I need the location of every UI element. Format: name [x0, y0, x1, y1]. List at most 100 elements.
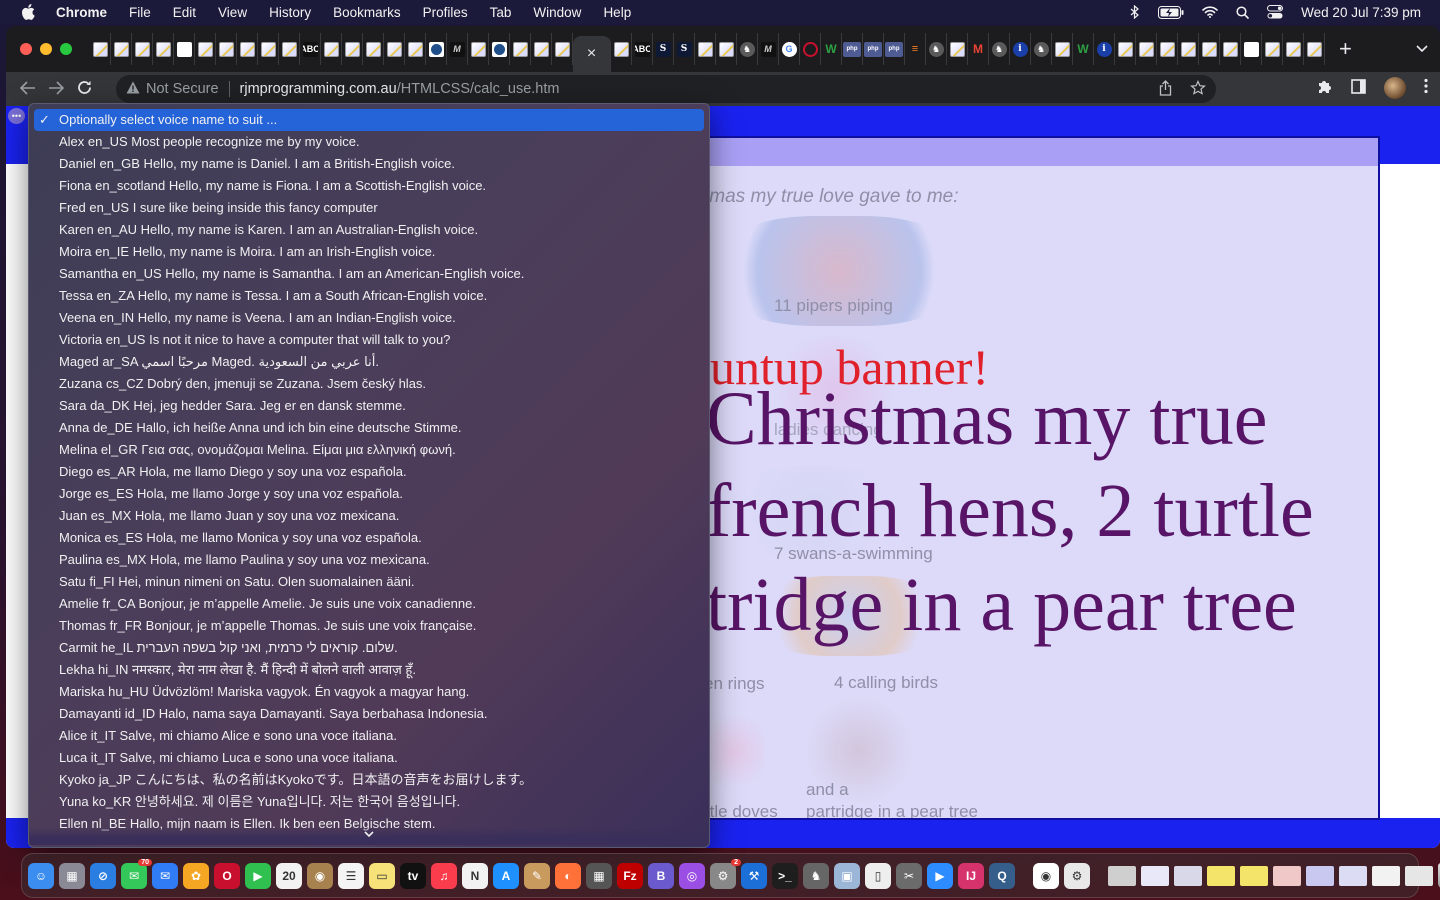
voice-option-selected[interactable]: ✓ Optionally select voice name to suit ..…: [34, 109, 704, 131]
minimized-window-4-thumbnail[interactable]: [1240, 865, 1268, 886]
address-bar[interactable]: Not Secure rjmprogramming.com.au /HTMLCS…: [116, 75, 1216, 103]
xcode-dock-icon[interactable]: ⚒: [741, 862, 767, 889]
intellij-dock-icon[interactable]: IJ: [958, 862, 984, 889]
browser-tab[interactable]: M: [968, 33, 989, 65]
menu-view[interactable]: View: [218, 5, 247, 20]
voice-option[interactable]: Yuna ko_KR 안녕하세요. 제 이름은 Yuna입니다. 저는 한국어 …: [34, 791, 704, 813]
chat-bubble-icon[interactable]: •••: [8, 108, 25, 124]
terminal-dock-icon[interactable]: >_: [772, 862, 798, 889]
zoom-window-button[interactable]: [60, 43, 72, 55]
browser-tab[interactable]: [468, 33, 489, 65]
browser-tab[interactable]: S: [674, 33, 695, 65]
minimized-window-6-thumbnail[interactable]: [1306, 865, 1334, 886]
browser-tab[interactable]: [258, 33, 279, 65]
browser-tab[interactable]: [153, 33, 174, 65]
browser-tab[interactable]: php: [842, 33, 863, 65]
voice-option[interactable]: Mariska hu_HU Üdvözlöm! Mariska vagyok. …: [34, 681, 704, 703]
browser-tab[interactable]: [1199, 33, 1220, 65]
browser-tab[interactable]: [342, 33, 363, 65]
browser-tab[interactable]: ABC: [300, 33, 321, 65]
preview-dock-icon[interactable]: ▣: [834, 862, 860, 889]
browser-tab[interactable]: [611, 33, 632, 65]
podcasts-dock-icon[interactable]: ◎: [679, 862, 705, 889]
voice-option[interactable]: Zuzana cs_CZ Dobrý den, jmenuji se Zuzan…: [34, 373, 704, 395]
menu-tab[interactable]: Tab: [490, 5, 512, 20]
wifi-icon[interactable]: [1202, 6, 1218, 18]
voice-option[interactable]: Alice it_IT Salve, mi chiamo Alice e son…: [34, 725, 704, 747]
opera-dock-icon[interactable]: O: [214, 862, 240, 889]
browser-tab[interactable]: [531, 33, 552, 65]
browser-tab[interactable]: [695, 33, 716, 65]
forward-button[interactable]: [42, 79, 70, 100]
voice-option[interactable]: Samantha en_US Hello, my name is Samanth…: [34, 263, 704, 285]
profile-avatar[interactable]: [1384, 77, 1406, 99]
browser-tab[interactable]: [1283, 33, 1304, 65]
battery-charging-icon[interactable]: [1158, 5, 1184, 19]
voice-option[interactable]: Kyoko ja_JP こんにちは、私の名前はKyokoです。日本語の音声をお届…: [34, 769, 704, 791]
safari-dock-icon[interactable]: ⊘: [90, 862, 116, 889]
browser-tab[interactable]: [321, 33, 342, 65]
not-secure-warning-icon[interactable]: [126, 81, 140, 98]
browser-tab[interactable]: [174, 33, 195, 65]
calculator-dock-icon[interactable]: ▦: [586, 862, 612, 889]
chrome-dock-icon[interactable]: ◉: [1033, 862, 1059, 889]
automator-dock-icon[interactable]: ⚙: [1064, 862, 1090, 889]
browser-tab[interactable]: [1304, 33, 1325, 65]
voice-option[interactable]: Diego es_AR Hola, me llamo Diego y soy u…: [34, 461, 704, 483]
voice-option[interactable]: Paulina es_MX Hola, me llamo Paulina y s…: [34, 549, 704, 571]
browser-tab[interactable]: [384, 33, 405, 65]
browser-tab[interactable]: [279, 33, 300, 65]
minimized-printer-thumbnail[interactable]: [1108, 865, 1136, 886]
finder-dock-icon[interactable]: ☺: [28, 862, 54, 889]
browser-tab[interactable]: ♞: [926, 33, 947, 65]
minimized-window-9-thumbnail[interactable]: [1405, 865, 1433, 886]
minimized-window-8-thumbnail[interactable]: [1372, 865, 1400, 886]
back-button[interactable]: [14, 79, 42, 100]
paintbrush-dock-icon[interactable]: ✎: [524, 862, 550, 889]
browser-tab[interactable]: [489, 33, 510, 65]
libreoffice-dock-icon[interactable]: ▯: [865, 862, 891, 889]
minimize-window-button[interactable]: [40, 43, 52, 55]
voice-option[interactable]: Alex en_US Most people recognize me by m…: [34, 131, 704, 153]
minimized-window-5-thumbnail[interactable]: [1273, 865, 1301, 886]
browser-tab[interactable]: i: [1094, 33, 1115, 65]
voice-option[interactable]: Anna de_DE Hallo, ich heiße Anna und ich…: [34, 417, 704, 439]
gimp-dock-icon[interactable]: ✂: [896, 862, 922, 889]
voice-option[interactable]: Veena en_IN Hello, my name is Veena. I a…: [34, 307, 704, 329]
voice-option[interactable]: Juan es_MX Hola, me llamo Juan y soy una…: [34, 505, 704, 527]
apple-menu-icon[interactable]: [20, 4, 36, 20]
browser-tab[interactable]: [1052, 33, 1073, 65]
browser-tab[interactable]: ≡: [905, 33, 926, 65]
browser-tab[interactable]: [800, 33, 821, 65]
browser-tab[interactable]: [716, 33, 737, 65]
browser-tab[interactable]: G: [779, 33, 800, 65]
music-dock-icon[interactable]: ♫: [431, 862, 457, 889]
photos-dock-icon[interactable]: ✿: [183, 862, 209, 889]
menubar-clock[interactable]: Wed 20 Jul 7:39 pm: [1301, 5, 1421, 20]
voice-option[interactable]: Lekha hi_IN नमस्कार, मेरा नाम लेखा है. म…: [34, 659, 704, 681]
browser-tab[interactable]: W: [1073, 33, 1094, 65]
minimized-window-1-thumbnail[interactable]: [1141, 865, 1169, 886]
reload-button[interactable]: [70, 79, 98, 100]
side-panel-icon[interactable]: [1351, 78, 1366, 98]
calendar-dock-icon[interactable]: 20: [276, 862, 302, 889]
notes-dock-icon[interactable]: ▭: [369, 862, 395, 889]
voice-option[interactable]: Jorge es_ES Hola, me llamo Jorge y soy u…: [34, 483, 704, 505]
browser-tab[interactable]: [426, 33, 447, 65]
menu-help[interactable]: Help: [603, 5, 631, 20]
tab-search-button[interactable]: [1416, 40, 1428, 56]
browser-tab[interactable]: [1241, 33, 1262, 65]
voice-option[interactable]: Damayanti id_ID Halo, nama saya Damayant…: [34, 703, 704, 725]
mail-dock-icon[interactable]: ✉: [152, 862, 178, 889]
browser-tab[interactable]: [132, 33, 153, 65]
browser-tab[interactable]: [1115, 33, 1136, 65]
messages-dock-icon[interactable]: ✉ 70: [121, 858, 152, 889]
tab-active[interactable]: ×: [573, 36, 611, 72]
apple-tv-dock-icon[interactable]: tv: [400, 862, 426, 889]
new-tab-button[interactable]: +: [1339, 36, 1352, 62]
close-tab-icon[interactable]: ×: [587, 45, 596, 63]
browser-tab[interactable]: [216, 33, 237, 65]
launchpad-dock-icon[interactable]: ▦: [59, 862, 85, 889]
browser-tab[interactable]: [1220, 33, 1241, 65]
browser-tab[interactable]: [363, 33, 384, 65]
